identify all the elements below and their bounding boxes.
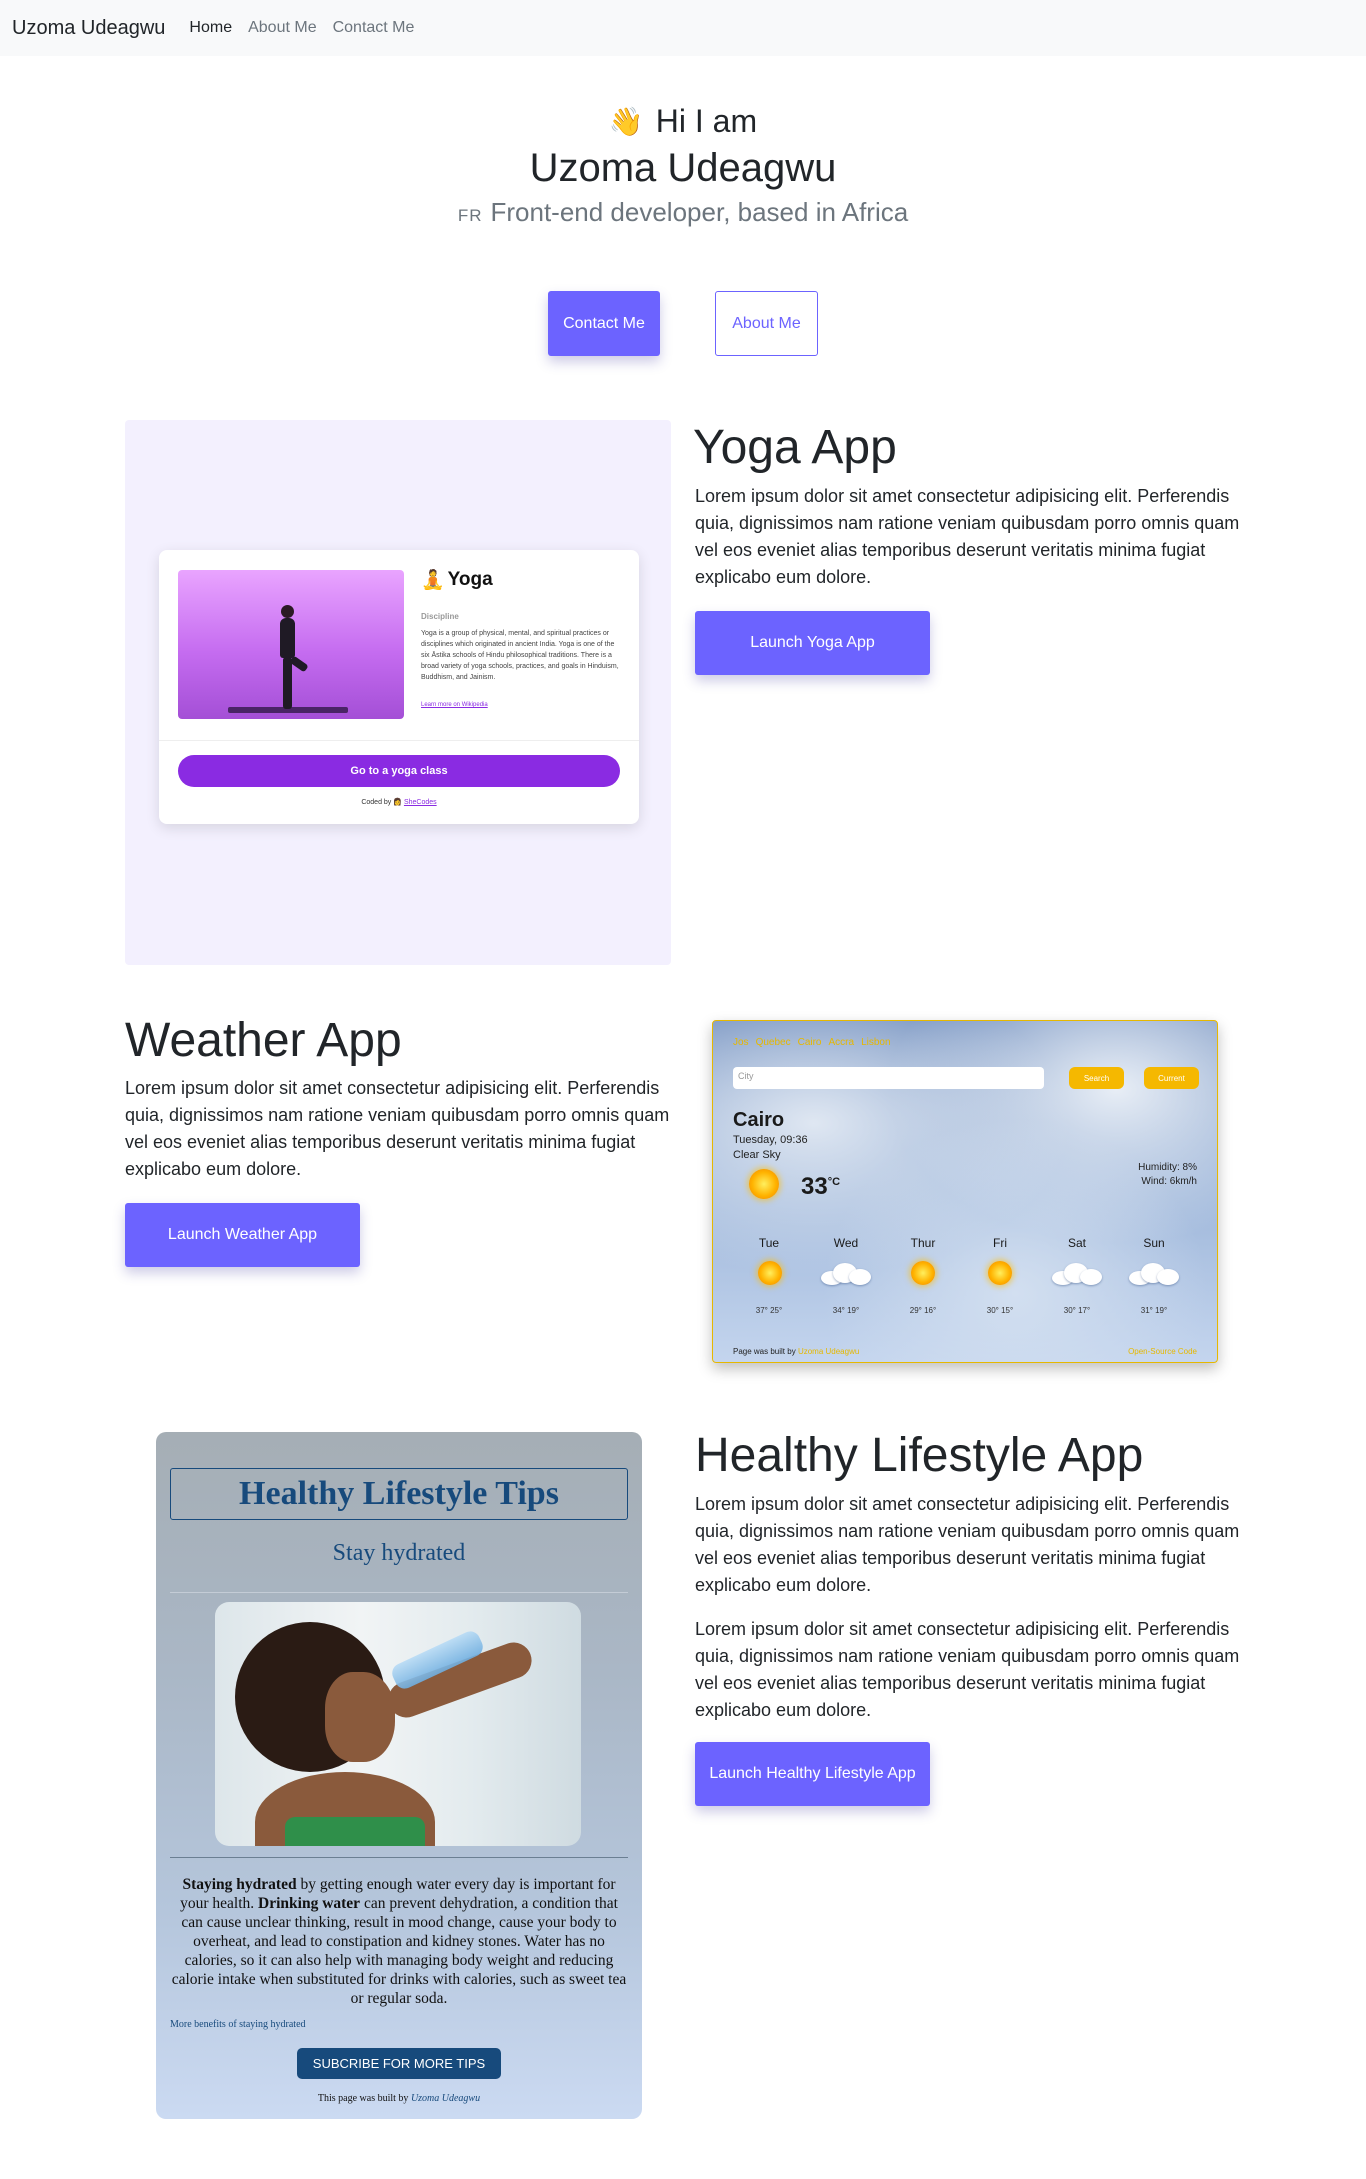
about-me-button[interactable]: About Me [715, 291, 818, 356]
weather-humidity: Humidity: 8% [1138, 1162, 1197, 1173]
sun-icon [749, 1169, 779, 1199]
weather-condition: Clear Sky [733, 1149, 781, 1161]
healthy-lifestyle-preview: Healthy Lifestyle Tips Stay hydrated Sta… [156, 1432, 642, 2119]
forecast-day: Tue [758, 1236, 780, 1250]
healthy-para-bold-2: Drinking water [258, 1895, 361, 1912]
hero-section: 👋 Hi I am Uzoma Udeagwu FR Front-end dev… [0, 100, 1366, 228]
city-link-lisbon[interactable]: Lisbon [861, 1037, 890, 1048]
divider [159, 740, 639, 741]
hero-greeting-text: Hi I am [655, 102, 758, 139]
weather-app-title: Weather App [125, 1014, 402, 1067]
divider [170, 1592, 628, 1593]
nav-link-about[interactable]: About Me [248, 19, 316, 37]
yoga-card-title-text: Yoga [447, 569, 493, 590]
yoga-app-description: Lorem ipsum dolor sit amet consectetur a… [695, 486, 1240, 587]
shecodes-logo-icon: 👩 [393, 799, 402, 806]
subscribe-button[interactable]: SUBCRIBE FOR MORE TIPS [297, 2048, 501, 2079]
nav-link-contact[interactable]: Contact Me [333, 19, 415, 37]
hero-greeting: 👋 Hi I am [0, 100, 1366, 142]
woman-drinking-water-image [215, 1602, 581, 1846]
weather-footer: Page was built by Uzoma Udeagwu [733, 1347, 859, 1356]
shecodes-link[interactable]: SheCodes [404, 799, 437, 806]
city-link-jos[interactable]: Jos [733, 1037, 749, 1048]
sun-icon [988, 1261, 1012, 1285]
weather-temperature: 33°C [801, 1173, 840, 1201]
sun-icon [758, 1261, 782, 1285]
divider [170, 1857, 628, 1858]
healthy-app-description-1: Lorem ipsum dolor sit amet consectetur a… [695, 1494, 1240, 1595]
yoga-app-title: Yoga App [693, 421, 897, 474]
healthy-app-title: Healthy Lifestyle App [695, 1429, 1144, 1482]
weather-city-name: Cairo [733, 1109, 785, 1131]
weather-temperature-unit: °C [827, 1176, 841, 1188]
yoga-app-preview: 🧘 Yoga Discipline Yoga is a group of phy… [125, 420, 671, 965]
weather-author-link[interactable]: Uzoma Udeagwu [798, 1347, 859, 1356]
hero-tagline-text: Front-end developer, based in Africa [490, 197, 909, 227]
sun-icon [911, 1261, 935, 1285]
yoga-card: 🧘 Yoga Discipline Yoga is a group of phy… [159, 550, 639, 824]
hero-name: Uzoma Udeagwu [529, 146, 837, 190]
forecast-minmax: 30° 15° [986, 1306, 1014, 1315]
weather-app-description: Lorem ipsum dolor sit amet consectetur a… [125, 1078, 670, 1179]
yoga-coded-by-text: Coded by [361, 799, 392, 806]
navbar-brand[interactable]: Uzoma Udeagwu [12, 17, 165, 40]
healthy-para-bold-1: Staying hydrated [182, 1876, 297, 1893]
launch-healthy-lifestyle-app-button[interactable]: Launch Healthy Lifestyle App [695, 1742, 930, 1806]
healthy-footer-text: This page was built by [317, 2093, 409, 2104]
weather-wind: Wind: 6km/h [1141, 1176, 1197, 1187]
yoga-card-description: Yoga is a group of physical, mental, and… [421, 630, 619, 681]
hero-tagline: FR Front-end developer, based in Africa [0, 197, 1366, 228]
weather-search-button[interactable]: Search [1069, 1067, 1124, 1089]
city-link-accra[interactable]: Accra [829, 1037, 855, 1048]
yoga-card-subtitle: Discipline [421, 612, 459, 621]
city-link-quebec[interactable]: Quebec [756, 1037, 791, 1048]
forecast-minmax: 30° 17° [1063, 1306, 1091, 1315]
launch-yoga-app-button[interactable]: Launch Yoga App [695, 611, 930, 675]
weather-details: Humidity: 8% Wind: 6km/h [1138, 1161, 1197, 1189]
person-in-lotus-position-icon: 🧘 [421, 570, 445, 591]
yoga-photo [178, 570, 404, 719]
contact-me-button[interactable]: Contact Me [548, 291, 660, 356]
healthy-footer: This page was built by Uzoma Udeagwu [156, 2093, 642, 2104]
healthy-title: Healthy Lifestyle Tips [170, 1468, 628, 1520]
weather-footer-text: Page was built by [733, 1347, 796, 1356]
city-link-cairo[interactable]: Cairo [798, 1037, 822, 1048]
navbar: Uzoma Udeagwu Home About Me Contact Me [0, 0, 1366, 56]
cloud-icon [821, 1261, 871, 1285]
weather-current-button[interactable]: Current [1144, 1067, 1199, 1089]
forecast-minmax: 34° 19° [832, 1306, 860, 1315]
yoga-class-button[interactable]: Go to a yoga class [178, 755, 620, 787]
launch-weather-app-button[interactable]: Launch Weather App [125, 1203, 360, 1267]
healthy-subtitle: Stay hydrated [332, 1540, 466, 1566]
weather-search-input[interactable]: City [733, 1067, 1044, 1089]
waving-hand-icon: 👋 [608, 105, 644, 137]
yoga-wikipedia-link[interactable]: Learn more on Wikipedia [421, 702, 488, 708]
weather-app-preview: Jos Quebec Cairo Accra Lisbon City Searc… [712, 1020, 1218, 1363]
weather-date-text: Tuesday, 09:36 [733, 1134, 808, 1146]
more-benefits-link[interactable]: More benefits of staying hydrated [170, 2019, 306, 2030]
flag-code: FR [457, 206, 483, 225]
weather-temperature-value: 33 [801, 1173, 828, 1200]
forecast-day: Sat [1067, 1236, 1086, 1250]
forecast-day: Thur [910, 1236, 936, 1250]
weather-date: Tuesday, 09:36 Clear Sky [733, 1133, 808, 1163]
forecast-day: Sun [1143, 1236, 1165, 1250]
nav-link-home[interactable]: Home [189, 19, 232, 37]
yoga-card-title: 🧘 Yoga [421, 568, 493, 592]
forecast-day: Wed [833, 1236, 859, 1250]
cloud-icon [1052, 1261, 1102, 1285]
forecast-day: Fri [993, 1236, 1007, 1250]
cloud-icon [1129, 1261, 1179, 1285]
healthy-author-link[interactable]: Uzoma Udeagwu [411, 2093, 480, 2104]
forecast-minmax: 29° 16° [909, 1306, 937, 1315]
healthy-paragraph: Staying hydrated by getting enough water… [170, 1875, 628, 2008]
open-source-link[interactable]: Open-Source Code [1128, 1347, 1197, 1356]
forecast-minmax: 31° 19° [1140, 1306, 1168, 1315]
healthy-app-description-2: Lorem ipsum dolor sit amet consectetur a… [695, 1619, 1240, 1720]
yoga-coded-by: Coded by 👩 SheCodes [159, 798, 639, 806]
weather-city-links: Jos Quebec Cairo Accra Lisbon [733, 1037, 891, 1048]
forecast-minmax: 37° 25° [755, 1306, 783, 1315]
